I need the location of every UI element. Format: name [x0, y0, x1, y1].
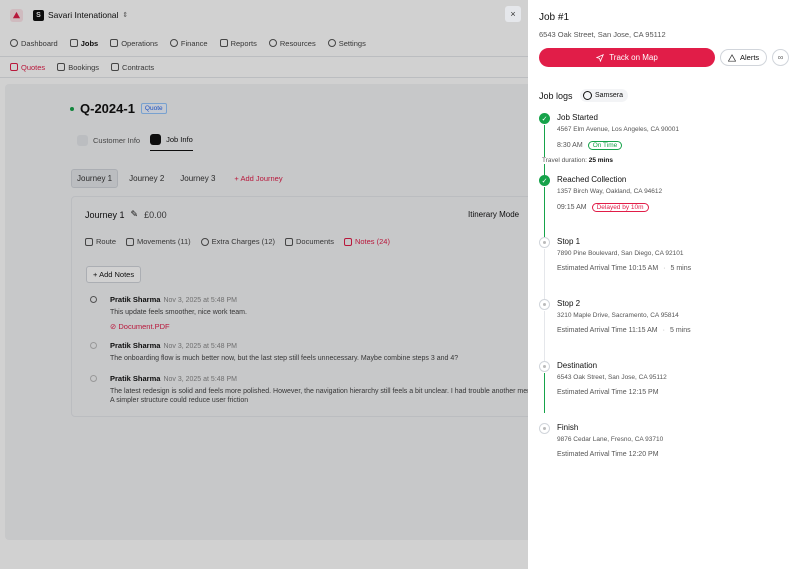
job-logs-title: Job logs: [539, 91, 573, 101]
provider-icon: [583, 91, 592, 100]
destination-icon: [539, 361, 550, 372]
stop-meta: Estimated Arrival Time 12:15 PM: [557, 389, 659, 396]
stop-eta: Estimated Arrival Time 12:20 PM: [557, 451, 659, 458]
stop-address: 1357 Birch Way, Oakland, CA 94612: [557, 188, 663, 195]
separator: ·: [663, 265, 666, 272]
stop-address: 6543 Oak Street, San Jose, CA 95112: [557, 374, 667, 381]
stop-duration: 5 mins: [670, 265, 692, 272]
stop-name: Destination: [557, 361, 598, 370]
timeline-connector: [544, 187, 545, 237]
navigation-icon: [596, 53, 605, 62]
stop-name: Reached Collection: [557, 175, 627, 184]
pending-stop-icon: [539, 237, 550, 248]
timeline-connector: [544, 125, 545, 175]
status-badge: Delayed by 10m: [591, 203, 649, 212]
pending-stop-icon: [539, 299, 550, 310]
stop-duration: 5 mins: [669, 327, 691, 334]
stop-eta: Estimated Arrival Time 11:15 AM: [557, 327, 658, 334]
travel-label: Travel duration:: [542, 157, 587, 164]
stop-meta: Estimated Arrival Time 11:15 AM · 5 mins: [557, 327, 691, 334]
stop-meta: 09:15 AM Delayed by 10m: [557, 203, 649, 212]
stop-address: 7890 Pine Boulevard, San Diego, CA 92101: [557, 250, 684, 257]
stop-name: Job Started: [557, 113, 598, 122]
alerts-label: Alerts: [740, 53, 760, 62]
stop-eta: Estimated Arrival Time 10:15 AM: [557, 265, 659, 272]
stop-time: 8:30 AM: [557, 142, 583, 149]
job-title: Job #1: [539, 12, 570, 23]
job-detail-panel: Job #1 6543 Oak Street, San Jose, CA 951…: [528, 0, 800, 569]
stop-address: 4567 Elm Avenue, Los Angeles, CA 90001: [557, 126, 680, 133]
stop-meta: 8:30 AM On Time: [557, 141, 623, 150]
track-label: Track on Map: [609, 53, 658, 62]
timeline-connector: [544, 311, 545, 361]
stop-name: Stop 1: [557, 237, 581, 246]
track-on-map-button[interactable]: Track on Map: [539, 48, 715, 67]
job-address: 6543 Oak Street, San Jose, CA 95112: [539, 30, 666, 39]
stop-address: 3210 Maple Drive, Sacramento, CA 95814: [557, 312, 679, 319]
stop-meta: Estimated Arrival Time 12:20 PM: [557, 451, 659, 458]
timeline-connector: [544, 373, 545, 413]
link-icon: ∞: [777, 53, 784, 62]
close-panel-button[interactable]: ×: [505, 6, 521, 22]
link-button[interactable]: ∞: [772, 49, 789, 66]
warning-icon: [728, 53, 736, 62]
travel-duration: Travel duration: 25 mins: [542, 157, 613, 164]
alerts-button[interactable]: Alerts: [720, 49, 768, 66]
stop-meta: Estimated Arrival Time 10:15 AM · 5 mins: [557, 265, 691, 272]
timeline-connector: [544, 249, 545, 299]
stop-eta: Estimated Arrival Time 12:15 PM: [557, 389, 659, 396]
stop-time: 09:15 AM: [557, 204, 587, 211]
provider-badge: Samsera: [580, 89, 629, 102]
travel-value: 25 mins: [588, 157, 613, 164]
status-badge: On Time: [587, 141, 623, 150]
modal-backdrop[interactable]: [0, 0, 528, 569]
close-icon: ×: [510, 9, 516, 19]
flag-icon: [539, 423, 550, 434]
stop-address: 9876 Cedar Lane, Fresno, CA 93710: [557, 436, 664, 443]
check-icon: ✓: [539, 113, 550, 124]
provider-name: Samsera: [595, 92, 624, 99]
check-icon: ✓: [539, 175, 550, 186]
separator: ·: [662, 327, 665, 334]
stop-name: Stop 2: [557, 299, 581, 308]
stop-name: Finish: [557, 423, 579, 432]
